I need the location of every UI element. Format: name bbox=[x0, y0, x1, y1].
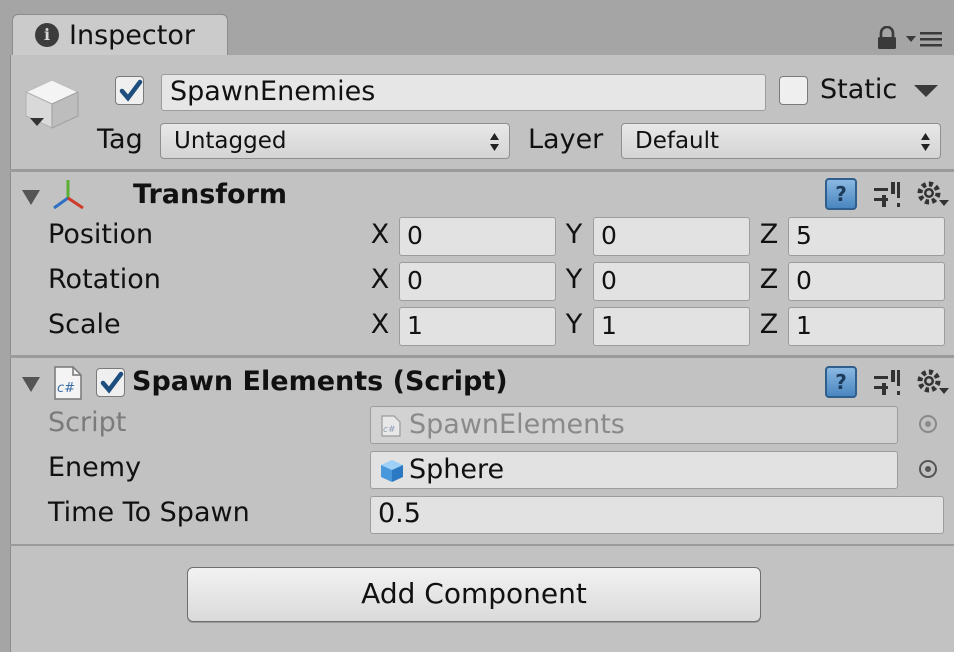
gear-icon[interactable] bbox=[915, 178, 949, 210]
sphere-mesh-icon bbox=[381, 460, 403, 482]
axis-x-label: X bbox=[370, 309, 390, 340]
script-component-title: Spawn Elements (Script) bbox=[132, 366, 508, 397]
transform-axes-icon bbox=[53, 180, 84, 210]
time-to-spawn-field[interactable]: 0.5 bbox=[370, 496, 944, 534]
inspector-tab[interactable]: i Inspector bbox=[12, 14, 228, 56]
check-icon bbox=[100, 371, 124, 394]
gear-icon[interactable] bbox=[915, 366, 949, 398]
axis-y-label: Y bbox=[565, 264, 583, 295]
enemy-label: Enemy bbox=[48, 452, 142, 483]
layer-dropdown[interactable]: Default bbox=[621, 123, 941, 159]
static-checkbox[interactable] bbox=[779, 76, 808, 105]
script-enabled-checkbox[interactable] bbox=[96, 368, 125, 397]
help-icon[interactable]: ? bbox=[825, 366, 857, 398]
preset-icon[interactable] bbox=[872, 180, 902, 210]
transform-foldout-icon[interactable] bbox=[22, 190, 40, 205]
svg-text:c#: c# bbox=[57, 381, 75, 396]
position-label: Position bbox=[48, 219, 154, 250]
time-to-spawn-label: Time To Spawn bbox=[48, 497, 250, 528]
rotation-y-field[interactable]: 0 bbox=[593, 262, 750, 301]
tag-label: Tag bbox=[97, 124, 143, 155]
script-file-icon: c# bbox=[54, 366, 82, 400]
lock-icon[interactable] bbox=[876, 26, 898, 50]
rotation-x-field[interactable]: 0 bbox=[399, 262, 556, 301]
script-label: Script bbox=[48, 407, 127, 438]
help-icon[interactable]: ? bbox=[825, 178, 857, 210]
axis-x-label: X bbox=[370, 219, 390, 250]
static-dropdown-icon[interactable] bbox=[914, 85, 938, 99]
scale-label: Scale bbox=[48, 309, 121, 340]
scale-y-field[interactable]: 1 bbox=[593, 307, 750, 346]
preset-icon[interactable] bbox=[872, 368, 902, 398]
axis-z-label: Z bbox=[759, 219, 779, 250]
add-component-button[interactable]: Add Component bbox=[187, 567, 761, 622]
tag-dropdown[interactable]: Untagged bbox=[160, 123, 510, 159]
scale-z-field[interactable]: 1 bbox=[788, 307, 945, 346]
check-icon bbox=[119, 79, 143, 102]
svg-text:c#: c# bbox=[383, 425, 396, 435]
rotation-z-field[interactable]: 0 bbox=[788, 262, 945, 301]
object-picker-icon[interactable] bbox=[919, 415, 937, 433]
position-x-field[interactable]: 0 bbox=[399, 217, 556, 256]
axis-z-label: Z bbox=[759, 264, 779, 295]
layer-value: Default bbox=[635, 128, 720, 154]
static-label: Static bbox=[820, 74, 898, 105]
separator bbox=[10, 355, 954, 358]
updown-arrows-icon bbox=[490, 133, 499, 151]
gameobject-icon[interactable] bbox=[22, 74, 84, 134]
tag-value: Untagged bbox=[174, 128, 287, 154]
axis-x-label: X bbox=[370, 264, 390, 295]
axis-y-label: Y bbox=[565, 219, 583, 250]
axis-y-label: Y bbox=[565, 309, 583, 340]
script-value: SpawnElements bbox=[409, 409, 625, 440]
object-picker-icon[interactable] bbox=[919, 460, 937, 478]
script-file-icon: c# bbox=[381, 415, 401, 437]
active-checkbox[interactable] bbox=[115, 76, 144, 105]
separator bbox=[10, 544, 954, 546]
axis-z-label: Z bbox=[759, 309, 779, 340]
transform-title: Transform bbox=[133, 179, 288, 210]
scale-x-field[interactable]: 1 bbox=[399, 307, 556, 346]
separator bbox=[10, 169, 954, 172]
rotation-label: Rotation bbox=[48, 264, 161, 295]
menu-icon[interactable] bbox=[906, 30, 944, 48]
position-y-field[interactable]: 0 bbox=[593, 217, 750, 256]
position-z-field[interactable]: 5 bbox=[788, 217, 945, 256]
script-foldout-icon[interactable] bbox=[22, 377, 40, 392]
enemy-value: Sphere bbox=[409, 454, 505, 485]
gameobject-name-field[interactable]: SpawnEnemies bbox=[161, 74, 766, 111]
enemy-reference-field[interactable]: Sphere bbox=[370, 451, 898, 489]
layer-label: Layer bbox=[528, 124, 604, 155]
info-icon: i bbox=[35, 23, 59, 47]
tab-title: Inspector bbox=[69, 20, 195, 51]
script-reference-field: c# SpawnElements bbox=[370, 406, 898, 444]
updown-arrows-icon bbox=[921, 133, 930, 151]
